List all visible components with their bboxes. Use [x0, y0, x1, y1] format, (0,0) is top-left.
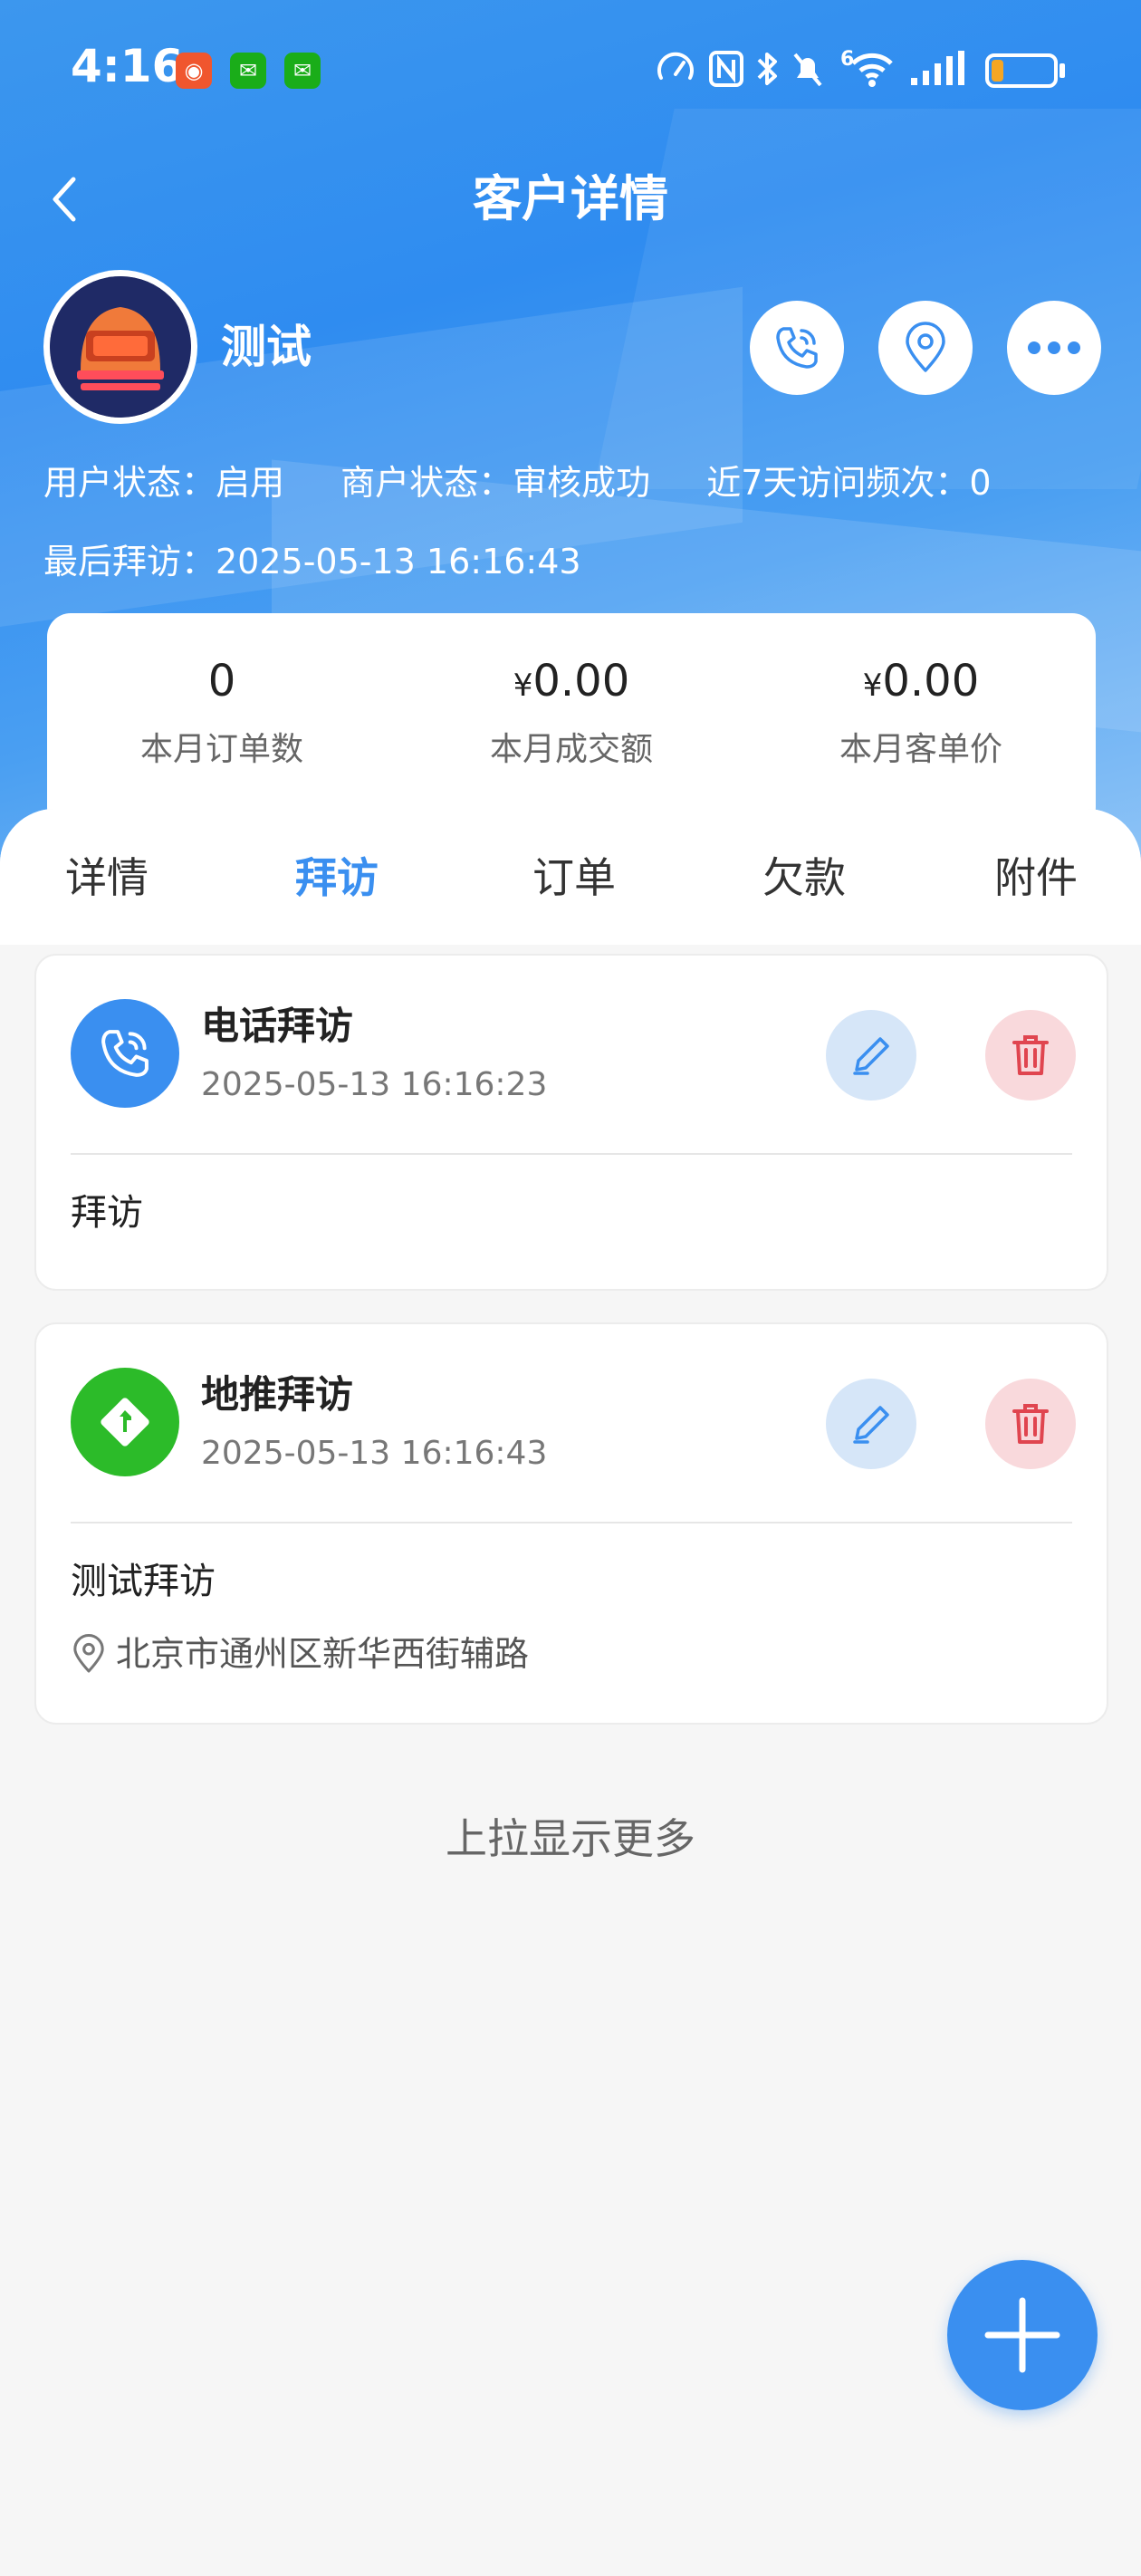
phone-icon [101, 1030, 149, 1077]
stat-label: 本月成交额 [489, 731, 653, 768]
kuaishou-app-icon: ◉ [176, 53, 212, 89]
visit-note: 拜访 [71, 1192, 143, 1234]
signal-icon [911, 51, 964, 85]
pencil-icon [853, 1037, 889, 1075]
tab-bar: 详情 拜访 订单 欠款 附件 [0, 809, 1141, 945]
wechat-app-icon: ✉ [230, 53, 266, 89]
visit-type: 电话拜访 [201, 1004, 354, 1048]
status-info-row: 用户状态：启用 商户状态：审核成功 近7天访问频次：0 [43, 456, 1037, 510]
helmet-avatar-icon [50, 276, 191, 418]
merchant-status: 商户状态：审核成功 [340, 463, 651, 503]
stat-revenue: ¥0.00 本月成交额 [397, 649, 746, 777]
delete-button[interactable] [985, 1010, 1076, 1101]
tab-details[interactable]: 详情 [65, 841, 149, 914]
address-text: 北京市通州区新华西街辅路 [116, 1634, 530, 1674]
trash-icon [1012, 1404, 1049, 1444]
stat-avg-order: ¥0.00 本月客单价 [746, 649, 1096, 777]
delete-button[interactable] [985, 1379, 1076, 1469]
load-more-hint: 上拉显示更多 [446, 1814, 695, 1863]
user-status: 用户状态：启用 [43, 463, 285, 503]
status-bar: 4:16 ◉ ✉ ✉ 6 [0, 0, 1141, 136]
stat-label: 本月订单数 [139, 731, 303, 768]
avatar [43, 270, 197, 424]
stat-value: 0.00 [882, 656, 980, 706]
mute-bell-icon [793, 53, 822, 87]
stat-value: 0 [207, 656, 236, 706]
monthly-stats-card: 0 本月订单数 ¥0.00 本月成交额 ¥0.00 本月客单价 [47, 613, 1096, 831]
tab-debts[interactable]: 欠款 [762, 841, 846, 914]
call-button[interactable] [750, 301, 844, 395]
visit-type: 地推拜访 [201, 1372, 354, 1417]
battery-level [992, 60, 1003, 82]
tab-attachments[interactable]: 附件 [994, 841, 1078, 914]
visit-frequency: 近7天访问频次：0 [706, 463, 992, 503]
last-visit: 最后拜访：2025-05-13 16:16:43 [43, 542, 581, 582]
field-visit-icon [71, 1368, 179, 1476]
wechat-app-icon-2: ✉ [284, 53, 321, 89]
location-pin-icon [906, 322, 945, 372]
add-visit-button[interactable] [947, 2260, 1098, 2410]
edit-button[interactable] [826, 1010, 916, 1101]
pencil-icon [853, 1406, 889, 1444]
currency-symbol: ¥ [862, 668, 883, 704]
stat-order-count: 0 本月订单数 [47, 649, 397, 777]
back-button[interactable] [36, 163, 91, 235]
status-time: 4:16 [71, 40, 184, 92]
battery-icon [985, 53, 1058, 88]
route-icon [101, 1398, 149, 1447]
trash-icon [1012, 1035, 1049, 1075]
speed-icon [657, 52, 694, 80]
divider [71, 1153, 1072, 1155]
wifi-icon [851, 53, 893, 87]
phone-visit-icon [71, 999, 179, 1108]
location-pin-icon [73, 1634, 104, 1673]
location-button[interactable] [878, 301, 973, 395]
stat-label: 本月客单价 [839, 731, 1002, 768]
nfc-icon [709, 51, 743, 87]
more-button[interactable] [1007, 301, 1101, 395]
customer-name: 测试 [221, 321, 312, 373]
bluetooth-icon [757, 53, 777, 85]
more-dots-icon [1028, 341, 1080, 354]
visit-address: 北京市通州区新华西街辅路 [71, 1629, 529, 1679]
phone-icon [776, 327, 818, 369]
visit-time: 2025-05-13 16:16:23 [201, 1066, 548, 1103]
visit-card[interactable]: 地推拜访 2025-05-13 16:16:43 测试拜访 北京市通州区新华西街… [34, 1322, 1108, 1725]
tab-visits[interactable]: 拜访 [295, 841, 379, 914]
visit-note: 测试拜访 [71, 1561, 216, 1602]
visit-time: 2025-05-13 16:16:43 [201, 1435, 548, 1472]
currency-symbol: ¥ [513, 668, 533, 704]
plus-icon [984, 2297, 1060, 2373]
stat-value: 0.00 [532, 656, 630, 706]
divider [71, 1522, 1072, 1523]
chevron-left-icon [53, 177, 76, 222]
tab-orders[interactable]: 订单 [532, 841, 616, 914]
edit-button[interactable] [826, 1379, 916, 1469]
visit-card[interactable]: 电话拜访 2025-05-13 16:16:23 拜访 [34, 954, 1108, 1291]
